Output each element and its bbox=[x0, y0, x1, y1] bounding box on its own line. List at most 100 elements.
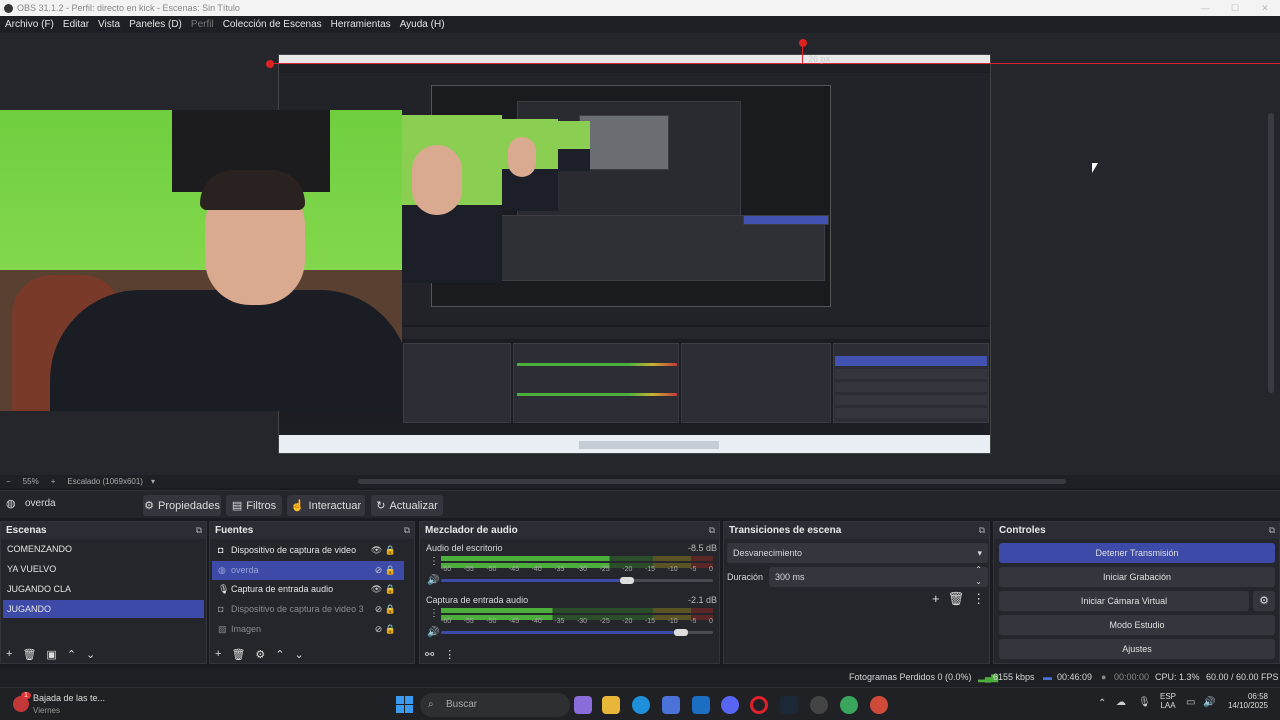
eye-hidden-icon[interactable]: ⊘ bbox=[375, 604, 383, 614]
scene-item[interactable]: COMENZANDO bbox=[3, 540, 204, 558]
preview-vscroll[interactable] bbox=[1268, 113, 1274, 393]
chevron-down-icon[interactable]: ▾ bbox=[151, 477, 155, 486]
volume-slider-handle[interactable] bbox=[674, 629, 688, 636]
eye-hidden-icon[interactable]: ⊘ bbox=[375, 565, 383, 575]
studio-mode-button[interactable]: Modo Estudio bbox=[999, 615, 1275, 635]
zoom-in-icon[interactable]: + bbox=[51, 477, 56, 486]
mixer-channel-db: -2.1 dB bbox=[688, 595, 718, 605]
kebab-menu-icon[interactable]: ⋮ bbox=[972, 591, 985, 607]
scene-item[interactable]: YA VUELVO bbox=[3, 560, 204, 578]
start-recording-button[interactable]: Iniciar Grabación bbox=[999, 567, 1275, 587]
source-item[interactable]: 🎙 Captura de entrada audio 👁 🔒 bbox=[212, 580, 404, 599]
menu-perfil[interactable]: Perfil bbox=[191, 19, 214, 30]
preview-canvas[interactable]: 26 px bbox=[0, 33, 1280, 475]
display-icon[interactable]: ▭ bbox=[1186, 697, 1195, 708]
menu-paneles[interactable]: Paneles (D) bbox=[129, 19, 182, 30]
stop-streaming-button[interactable]: Detener Transmisión bbox=[999, 543, 1275, 563]
maximize-icon[interactable]: ☐ bbox=[1220, 0, 1250, 16]
minimize-icon[interactable]: — bbox=[1190, 0, 1220, 16]
mixer-dock-title: Mezclador de audio ⧉ bbox=[420, 522, 719, 539]
notification-title: Bajada de las te... bbox=[33, 693, 106, 703]
float-dock-icon[interactable]: ⧉ bbox=[709, 522, 715, 539]
lock-icon[interactable]: 🔒 bbox=[385, 565, 396, 575]
float-dock-icon[interactable]: ⧉ bbox=[404, 522, 410, 539]
store-icon[interactable] bbox=[662, 696, 680, 714]
trash-icon[interactable]: 🗑 bbox=[948, 591, 965, 607]
menu-archivo[interactable]: Archivo (F) bbox=[5, 19, 54, 30]
lock-icon[interactable]: 🔒 bbox=[385, 624, 396, 634]
lock-icon[interactable]: 🔒 bbox=[385, 584, 396, 594]
clock[interactable]: 06:58 14/10/2025 bbox=[1220, 692, 1268, 710]
volume-slider-fill[interactable] bbox=[441, 579, 631, 582]
interact-button[interactable]: ☝ Interactuar bbox=[287, 495, 365, 516]
settings-button[interactable]: Ajustes bbox=[999, 639, 1275, 659]
eye-icon[interactable]: 👁 bbox=[371, 584, 382, 594]
eye-hidden-icon[interactable]: ⊘ bbox=[375, 624, 383, 634]
eye-icon[interactable]: 👁 bbox=[371, 545, 382, 555]
speaker-icon[interactable]: 🔊 bbox=[427, 575, 439, 586]
duration-input[interactable]: 300 ms ⌃ ⌄ bbox=[769, 564, 988, 588]
chrome-profile-icon[interactable] bbox=[870, 696, 888, 714]
windows-start-icon[interactable] bbox=[396, 696, 413, 713]
transition-select[interactable]: Desvanecimiento ▾ bbox=[727, 543, 988, 563]
properties-button[interactable]: ⚙ Propiedades bbox=[143, 495, 221, 516]
webcam-source[interactable] bbox=[0, 110, 402, 411]
chevron-down-icon: ▾ bbox=[977, 548, 982, 558]
refresh-icon: ↻ bbox=[376, 500, 386, 512]
volume-icon[interactable]: 🔊 bbox=[1203, 697, 1215, 708]
meter-scale: -60 -55 -50 -45 -40 -35 -30 -25 -20 -15 -10 -5 0 bbox=[441, 618, 713, 625]
cloud-icon[interactable]: ☁ bbox=[1116, 697, 1126, 708]
menu-editar[interactable]: Editar bbox=[63, 19, 89, 30]
filter-icon: ▤ bbox=[231, 500, 243, 512]
source-item-selected[interactable]: ◍ overda ⊘ 🔒 bbox=[212, 561, 404, 580]
volume-slider-handle[interactable] bbox=[620, 577, 634, 584]
controls-dock-title: Controles ⧉ bbox=[994, 522, 1279, 539]
close-icon[interactable]: ✕ bbox=[1250, 0, 1280, 16]
language-indicator[interactable]: ESP LAA bbox=[1160, 692, 1176, 710]
zoom-out-icon[interactable]: − bbox=[6, 477, 11, 486]
float-dock-icon[interactable]: ⧉ bbox=[979, 522, 985, 539]
float-dock-icon[interactable]: ⧉ bbox=[196, 522, 202, 539]
menu-vista[interactable]: Vista bbox=[98, 19, 120, 30]
scaling-mode[interactable]: Escalado (1069x601) bbox=[67, 477, 143, 486]
resize-handle[interactable] bbox=[266, 60, 274, 68]
source-item[interactable]: ◘ Dispositivo de captura de video 3 ⊘ 🔒 bbox=[212, 600, 404, 619]
menu-coleccion-escenas[interactable]: Colección de Escenas bbox=[223, 19, 322, 30]
file-explorer-icon[interactable] bbox=[602, 696, 620, 714]
chrome-icon[interactable] bbox=[840, 696, 858, 714]
copilot-icon[interactable] bbox=[574, 696, 592, 714]
discord-icon[interactable] bbox=[721, 696, 739, 714]
kebab-menu-icon[interactable]: ⋮ bbox=[429, 556, 439, 567]
preview-hscroll[interactable] bbox=[358, 479, 1066, 484]
stepper-icon[interactable]: ⌃ ⌄ bbox=[975, 564, 982, 588]
resize-handle[interactable] bbox=[799, 39, 807, 47]
add-icon[interactable]: + bbox=[932, 591, 940, 607]
obs-taskbar-icon[interactable] bbox=[810, 696, 828, 714]
source-item[interactable]: ▨ Imagen ⊘ 🔒 bbox=[212, 620, 404, 639]
source-item[interactable]: ◘ Dispositivo de captura de video 👁 🔒 bbox=[212, 541, 404, 560]
edge-icon[interactable] bbox=[632, 696, 650, 714]
microphone-icon[interactable]: 🎙 bbox=[1138, 697, 1151, 708]
opera-icon[interactable] bbox=[750, 696, 768, 714]
lock-icon[interactable]: 🔒 bbox=[385, 545, 396, 555]
tray-chevron-icon[interactable]: ⌃ bbox=[1098, 698, 1106, 709]
menu-herramientas[interactable]: Herramientas bbox=[331, 19, 391, 30]
volume-slider-track[interactable] bbox=[631, 579, 713, 582]
filters-button[interactable]: ▤ Filtros bbox=[226, 495, 282, 516]
start-virtual-camera-button[interactable]: Iniciar Cámara Virtual bbox=[999, 591, 1249, 611]
meter-scale: -60 -55 -50 -45 -40 -35 -30 -25 -20 -15 -10 -5 0 bbox=[441, 566, 713, 573]
outlook-icon[interactable] bbox=[692, 696, 710, 714]
taskbar-search[interactable]: ⌕ Buscar bbox=[420, 693, 570, 717]
kebab-menu-icon[interactable]: ⋮ bbox=[429, 608, 439, 619]
volume-slider-fill[interactable] bbox=[441, 631, 681, 634]
scene-item[interactable]: JUGANDO CLA bbox=[3, 580, 204, 598]
scene-item-selected[interactable]: JUGANDO bbox=[3, 600, 204, 618]
speaker-icon[interactable]: 🔊 bbox=[427, 627, 439, 638]
windows-taskbar: 1 Bajada de las te... Viernes ⌕ Buscar ⌃… bbox=[0, 687, 1280, 720]
float-dock-icon[interactable]: ⧉ bbox=[1269, 522, 1275, 539]
menu-ayuda[interactable]: Ayuda (H) bbox=[400, 19, 445, 30]
gear-icon[interactable]: ⚙ bbox=[1253, 591, 1275, 611]
refresh-button[interactable]: ↻ Actualizar bbox=[371, 495, 443, 516]
steam-icon[interactable] bbox=[780, 696, 798, 714]
lock-icon[interactable]: 🔒 bbox=[385, 604, 396, 614]
